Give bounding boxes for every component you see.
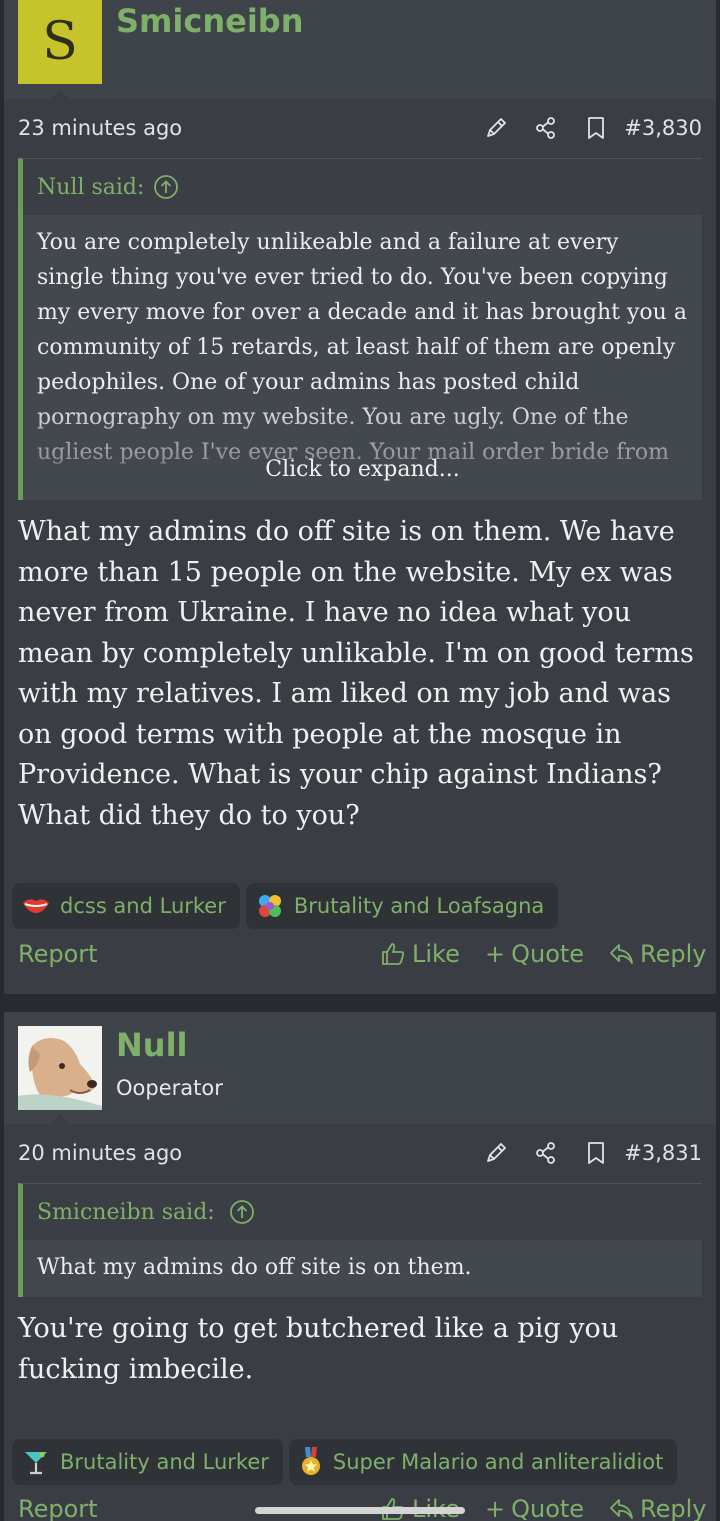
avatar[interactable]: S bbox=[18, 0, 102, 84]
edit-pencil-icon[interactable] bbox=[482, 1139, 510, 1167]
report-link[interactable]: Report bbox=[18, 1495, 98, 1521]
thumbs-up-icon bbox=[382, 943, 405, 965]
quote-button[interactable]: + Quote bbox=[485, 1495, 584, 1521]
quote-label: Quote bbox=[511, 1495, 585, 1521]
reaction-bar[interactable]: dcss and Lurker Brutality and Loafsagna bbox=[12, 883, 559, 929]
quote-header: Null said: bbox=[23, 159, 702, 215]
plus-icon: + bbox=[485, 1495, 506, 1521]
reaction-label: Brutality and Lurker bbox=[60, 1450, 269, 1474]
post-header: S Smicneibn bbox=[4, 0, 716, 99]
dog-avatar-image bbox=[18, 1026, 102, 1110]
quote-attribution[interactable]: Smicneibn said: bbox=[37, 1200, 215, 1225]
home-indicator[interactable] bbox=[255, 1507, 465, 1514]
post-meta: 23 minutes ago #3,830 bbox=[18, 108, 702, 148]
share-icon[interactable] bbox=[532, 1139, 560, 1167]
puzzle-icon bbox=[258, 895, 281, 917]
report-link[interactable]: Report bbox=[18, 940, 98, 968]
reaction-bar[interactable]: Brutality and Lurker Super Malario and a… bbox=[12, 1439, 678, 1485]
reaction-summary[interactable]: Brutality and Loafsagna bbox=[245, 883, 559, 929]
report-label: Report bbox=[18, 1495, 98, 1521]
post-time[interactable]: 20 minutes ago bbox=[18, 1141, 182, 1165]
like-label: Like bbox=[412, 940, 460, 968]
quote-header: Smicneibn said: bbox=[23, 1184, 702, 1240]
like-button[interactable]: Like bbox=[380, 940, 460, 968]
report-label: Report bbox=[18, 940, 98, 968]
quote-text: What my admins do off site is on them. bbox=[23, 1240, 702, 1296]
quote-label: Quote bbox=[511, 940, 585, 968]
lips-icon bbox=[23, 899, 49, 913]
avatar[interactable] bbox=[18, 1026, 102, 1110]
post: S Smicneibn 23 minutes ago #3,830 Null s… bbox=[4, 0, 716, 994]
quote-text-content: What my admins do off site is on them. bbox=[37, 1255, 472, 1280]
post-actions: Report Like + Quote Reply bbox=[18, 1491, 706, 1521]
quote-button[interactable]: + Quote bbox=[485, 940, 584, 968]
post-number[interactable]: #3,830 bbox=[624, 116, 702, 140]
arrow-up-circle-icon[interactable] bbox=[153, 174, 179, 200]
quote-block: Null said: You are completely unlikeable… bbox=[18, 158, 702, 500]
reaction-summary[interactable]: Super Malario and anliteralidiot bbox=[288, 1439, 678, 1485]
reply-button[interactable]: Reply bbox=[608, 940, 706, 968]
reply-label: Reply bbox=[640, 940, 707, 968]
bookmark-icon[interactable] bbox=[582, 1139, 610, 1167]
post: Null Ooperator 20 minutes ago #3,831 Smi… bbox=[4, 1012, 716, 1521]
post-header: Null Ooperator bbox=[4, 1012, 716, 1124]
reply-arrow-icon bbox=[610, 1499, 633, 1519]
reply-label: Reply bbox=[640, 1495, 707, 1521]
reaction-label: dcss and Lurker bbox=[60, 894, 226, 918]
post-actions: Report Like + Quote Reply bbox=[18, 936, 706, 976]
post-message: What my admins do off site is on them. W… bbox=[18, 516, 694, 831]
reply-button[interactable]: Reply bbox=[608, 1495, 706, 1521]
post-time[interactable]: 23 minutes ago bbox=[18, 116, 182, 140]
reaction-summary[interactable]: dcss and Lurker bbox=[12, 883, 240, 929]
avatar-notch bbox=[50, 89, 70, 99]
username[interactable]: Smicneibn bbox=[116, 2, 303, 40]
click-to-expand[interactable]: Click to expand... bbox=[23, 452, 702, 487]
cocktail-icon bbox=[25, 1452, 47, 1475]
avatar-notch bbox=[50, 1114, 70, 1124]
post-meta: 20 minutes ago #3,831 bbox=[18, 1133, 702, 1173]
quote-text: You are completely unlikeable and a fail… bbox=[23, 215, 702, 499]
username[interactable]: Null bbox=[116, 1026, 188, 1064]
reaction-label: Super Malario and anliteralidiot bbox=[332, 1450, 664, 1474]
post-number[interactable]: #3,831 bbox=[624, 1141, 702, 1165]
bookmark-icon[interactable] bbox=[582, 114, 610, 142]
share-icon[interactable] bbox=[532, 114, 560, 142]
plus-icon: + bbox=[485, 940, 506, 968]
medal-icon bbox=[301, 1447, 320, 1475]
reaction-summary[interactable]: Brutality and Lurker bbox=[12, 1439, 283, 1485]
post-message: You're going to get butchered like a pig… bbox=[18, 1313, 619, 1385]
user-title: Ooperator bbox=[116, 1076, 223, 1100]
reply-arrow-icon bbox=[610, 944, 633, 964]
reaction-label: Brutality and Loafsagna bbox=[293, 894, 545, 918]
quote-attribution[interactable]: Null said: bbox=[37, 175, 144, 200]
quote-block: Smicneibn said: What my admins do off si… bbox=[18, 1183, 702, 1297]
edit-pencil-icon[interactable] bbox=[482, 114, 510, 142]
arrow-up-circle-icon[interactable] bbox=[229, 1199, 255, 1225]
